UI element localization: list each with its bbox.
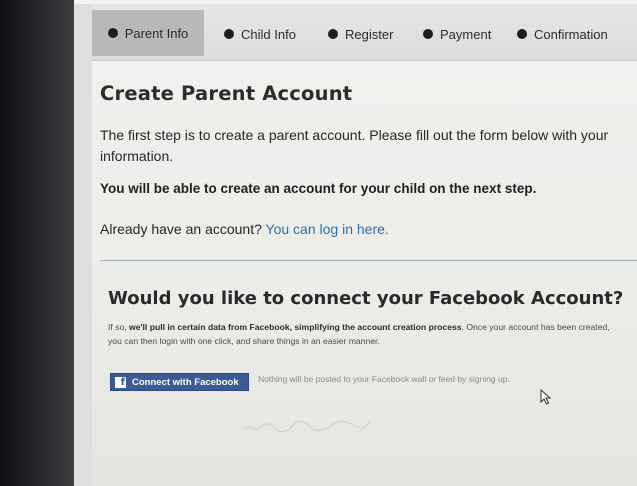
step-label: Parent Info [124, 25, 189, 41]
mouse-pointer-icon [540, 388, 552, 410]
intro-text: The first step is to create a parent acc… [100, 127, 609, 164]
step-register[interactable]: Register [328, 24, 393, 44]
page-title: Create Parent Account [100, 82, 353, 105]
step-bullet-icon [328, 29, 338, 39]
section-divider [100, 260, 637, 261]
browser-viewport: Parent Info Child Info Register Payment … [74, 4, 637, 486]
step-child-info[interactable]: Child Info [224, 24, 296, 44]
connect-facebook-label: Connect with Facebook [132, 376, 239, 388]
progress-stepper: Parent Info Child Info Register Payment … [92, 4, 637, 61]
facebook-desc-bold: we'll pull in certain data from Facebook… [129, 322, 462, 332]
facebook-privacy-note: Nothing will be posted to your Facebook … [258, 374, 510, 384]
login-prompt-text: Already have an account? [100, 221, 262, 237]
facebook-desc-prefix: If so, [108, 322, 127, 332]
step-label: Payment [440, 26, 492, 42]
step-parent-info[interactable]: Parent Info [92, 10, 204, 56]
child-account-note: You will be able to create an account fo… [100, 181, 537, 196]
connect-facebook-button[interactable]: f Connect with Facebook [110, 373, 249, 391]
faint-handwriting [242, 416, 373, 440]
facebook-icon: f [115, 376, 126, 388]
page-gutter [74, 4, 92, 486]
step-bullet-icon [517, 29, 527, 39]
step-payment[interactable]: Payment [423, 24, 491, 44]
facebook-heading: Would you like to connect your Facebook … [108, 288, 624, 309]
step-bullet-icon [423, 29, 433, 39]
monitor-bezel [0, 0, 74, 486]
step-bullet-icon [107, 28, 118, 38]
facebook-description: If so, we'll pull in certain data from F… [108, 320, 623, 348]
step-label: Confirmation [534, 26, 608, 42]
step-label: Register [345, 26, 394, 42]
step-bullet-icon [224, 29, 234, 39]
step-confirmation[interactable]: Confirmation [517, 24, 608, 44]
login-prompt: Already have an account? You can log in … [100, 221, 389, 237]
step-label: Child Info [241, 26, 296, 42]
login-link[interactable]: You can log in here. [266, 221, 389, 237]
